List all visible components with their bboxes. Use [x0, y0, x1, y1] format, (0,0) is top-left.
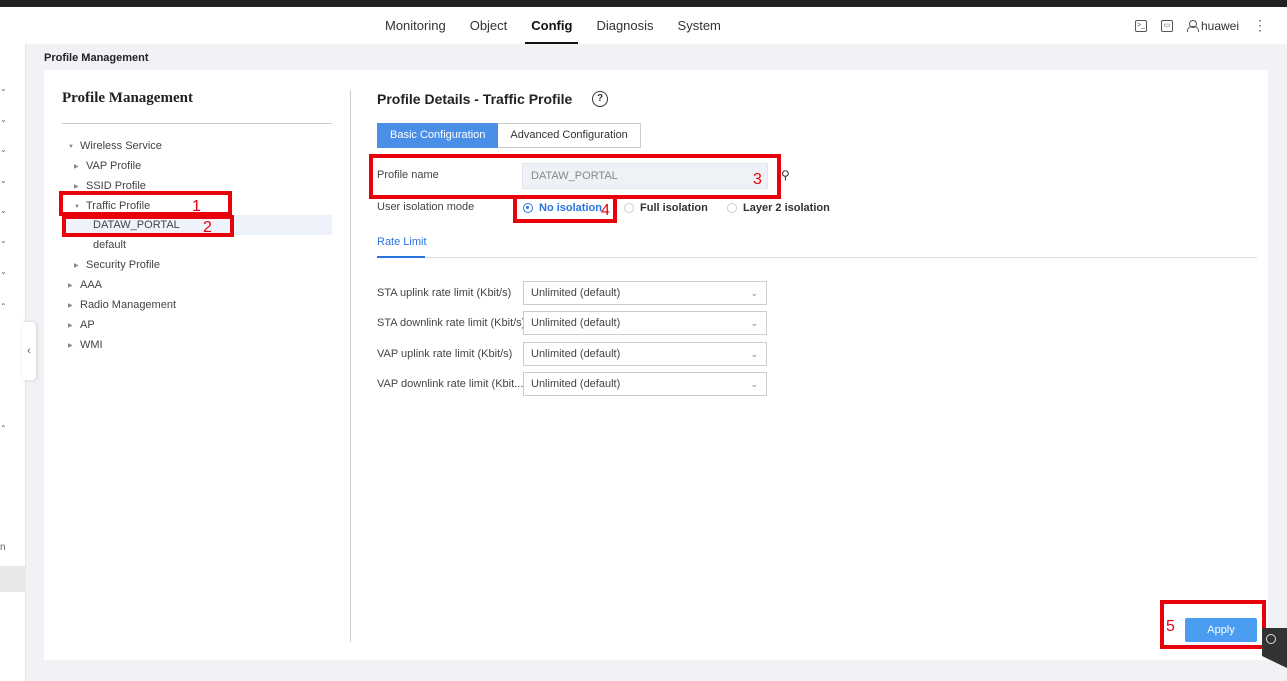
- chevron-down-icon[interactable]: ⌄: [0, 145, 7, 154]
- user-icon: [1186, 20, 1199, 32]
- tree-item-radio-management[interactable]: ▶ Radio Management: [68, 295, 176, 315]
- top-strip: [0, 0, 1287, 7]
- radio-unselected-icon: [624, 203, 634, 213]
- vap-uplink-label: VAP uplink rate limit (Kbit/s): [377, 348, 513, 360]
- details-title: Profile Details - Traffic Profile: [377, 91, 573, 107]
- user-menu[interactable]: huawei: [1186, 18, 1239, 33]
- nav-monitoring[interactable]: Monitoring: [373, 7, 458, 44]
- chevron-down-icon[interactable]: ⌄: [0, 267, 7, 276]
- vap-downlink-label: VAP downlink rate limit (Kbit...: [377, 378, 524, 390]
- sidebar-collapse-button[interactable]: ‹: [22, 322, 36, 380]
- corner-badge[interactable]: [1262, 628, 1287, 668]
- vap-uplink-select[interactable]: Unlimited (default) ⌄: [523, 342, 767, 366]
- caret-right-icon: ▶: [68, 323, 73, 329]
- tab-rate-limit[interactable]: Rate Limit: [377, 236, 427, 248]
- annotation-box-5: [1160, 600, 1266, 649]
- nav-system[interactable]: System: [666, 7, 733, 44]
- chevron-down-icon[interactable]: ⌄: [0, 176, 7, 185]
- caret-down-icon: ▼: [68, 144, 74, 150]
- help-icon[interactable]: ?: [592, 91, 608, 107]
- radio-unselected-icon: [727, 203, 737, 213]
- panel-divider: [350, 90, 351, 642]
- rate-limit-underline: [377, 256, 425, 258]
- caret-right-icon: ▶: [74, 164, 79, 170]
- top-bar: Monitoring Object Config Diagnosis Syste…: [0, 7, 1287, 44]
- chevron-up-icon[interactable]: ⌃: [0, 302, 7, 311]
- tree-item-wmi[interactable]: ▶ WMI: [68, 335, 103, 355]
- username: huawei: [1200, 18, 1239, 33]
- breadcrumb: Profile Management: [44, 52, 149, 64]
- tab-basic-configuration[interactable]: Basic Configuration: [377, 123, 499, 148]
- vap-downlink-select[interactable]: Unlimited (default) ⌄: [523, 372, 767, 396]
- chevron-down-icon: ⌄: [750, 349, 758, 359]
- chevron-down-icon[interactable]: ⌄: [0, 206, 7, 215]
- config-tabs: Basic Configuration Advanced Configurati…: [377, 123, 641, 148]
- chevron-up-icon[interactable]: ⌃: [0, 424, 7, 433]
- top-right-tools: >_ ▭ huawei ⋮: [1134, 7, 1267, 44]
- chevron-down-icon[interactable]: ⌄: [0, 115, 7, 124]
- chevron-down-icon[interactable]: ⌄: [0, 236, 7, 245]
- annotation-box-1: [59, 191, 232, 216]
- chevron-down-icon[interactable]: ⌄: [0, 84, 7, 93]
- tree-item-default[interactable]: default: [93, 235, 126, 255]
- tab-advanced-configuration[interactable]: Advanced Configuration: [498, 123, 641, 148]
- tree-item-wireless-service[interactable]: ▼ Wireless Service: [68, 136, 162, 156]
- caret-right-icon: ▶: [68, 283, 73, 289]
- sidebar-partial-label: n: [0, 542, 6, 553]
- sta-downlink-label: STA downlink rate limit (Kbit/s): [377, 317, 526, 329]
- annotation-number-2: 2: [203, 219, 212, 236]
- tree-item-aaa[interactable]: ▶ AAA: [68, 275, 102, 295]
- tree-title: Profile Management: [62, 90, 193, 106]
- annotation-number-1: 1: [192, 198, 201, 215]
- annotation-box-3: [369, 154, 781, 199]
- chevron-down-icon: ⌄: [750, 318, 758, 328]
- nav-object[interactable]: Object: [458, 7, 520, 44]
- tree-item-vap-profile[interactable]: ▶ VAP Profile: [74, 156, 141, 176]
- isolation-mode-label: User isolation mode: [377, 201, 475, 213]
- tree-item-security-profile[interactable]: ▶ Security Profile: [74, 255, 160, 275]
- nav-config[interactable]: Config: [519, 7, 584, 44]
- terminal-icon[interactable]: >_: [1134, 19, 1147, 32]
- main-nav: Monitoring Object Config Diagnosis Syste…: [373, 7, 733, 44]
- caret-right-icon: ▶: [68, 343, 73, 349]
- caret-right-icon: ▶: [74, 263, 79, 269]
- search-icon[interactable]: ⚲: [781, 167, 797, 183]
- sta-uplink-select[interactable]: Unlimited (default) ⌄: [523, 281, 767, 305]
- sta-uplink-label: STA uplink rate limit (Kbit/s): [377, 287, 512, 299]
- radio-layer2-isolation[interactable]: Layer 2 isolation: [727, 201, 830, 215]
- annotation-number-4: 4: [601, 202, 610, 219]
- rate-limit-divider: [377, 257, 1257, 258]
- annotation-number-3: 3: [753, 171, 762, 188]
- radio-full-isolation[interactable]: Full isolation: [624, 201, 708, 215]
- tree-divider: [62, 123, 332, 124]
- circle-icon: [1266, 634, 1276, 644]
- chevron-down-icon: ⌄: [750, 288, 758, 298]
- save-icon[interactable]: ▭: [1160, 19, 1173, 32]
- chevron-down-icon: ⌄: [750, 379, 758, 389]
- sidebar-active-item[interactable]: [0, 566, 26, 592]
- tree-item-ap[interactable]: ▶ AP: [68, 315, 95, 335]
- caret-right-icon: ▶: [68, 303, 73, 309]
- annotation-number-5: 5: [1166, 618, 1175, 635]
- more-vertical-icon[interactable]: ⋮: [1253, 17, 1267, 34]
- nav-diagnosis[interactable]: Diagnosis: [584, 7, 665, 44]
- sta-downlink-select[interactable]: Unlimited (default) ⌄: [523, 311, 767, 335]
